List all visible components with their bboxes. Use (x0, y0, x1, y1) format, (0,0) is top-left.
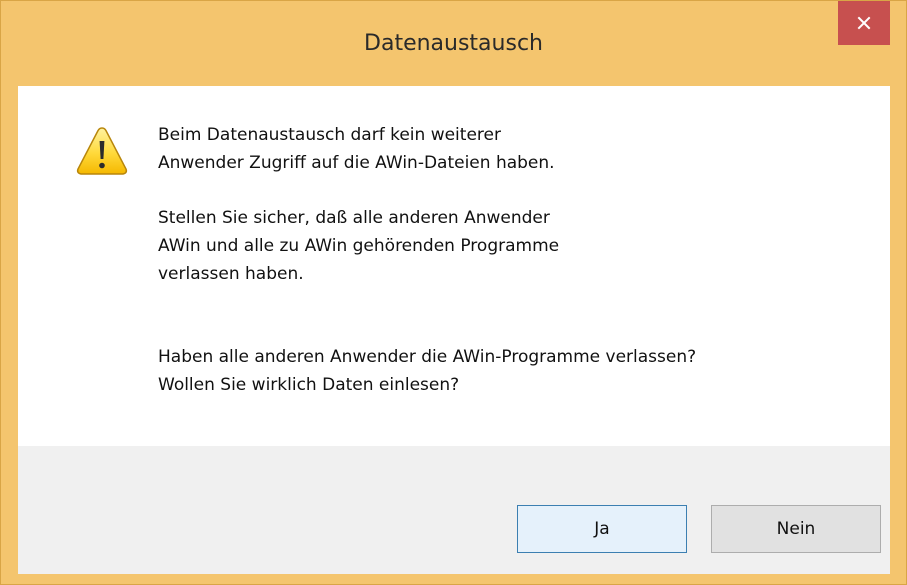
warning-icon (76, 127, 128, 175)
message-line: AWin und alle zu AWin gehörenden Program… (158, 236, 560, 256)
message-text: Beim Datenaustausch darf kein weiterer A… (158, 121, 858, 399)
message-paragraph: Haben alle anderen Anwender die AWin-Pro… (158, 343, 858, 399)
title-bar[interactable]: Datenaustausch (1, 1, 906, 86)
message-line: Wollen Sie wirklich Daten einlesen? (158, 375, 460, 395)
dialog-window: Datenaustausch Beim Datenaustausch darf … (0, 0, 907, 585)
close-icon (857, 16, 871, 30)
message-line: Anwender Zugriff auf die AWin-Dateien ha… (158, 153, 555, 173)
message-line: Haben alle anderen Anwender die AWin-Pro… (158, 347, 697, 367)
message-paragraph: Stellen Sie sicher, daß alle anderen Anw… (158, 204, 858, 288)
message-area: Beim Datenaustausch darf kein weiterer A… (18, 86, 890, 446)
message-line: Stellen Sie sicher, daß alle anderen Anw… (158, 208, 550, 228)
no-button[interactable]: Nein (711, 505, 881, 553)
message-line: Beim Datenaustausch darf kein weiterer (158, 125, 501, 145)
dialog-client-area: Beim Datenaustausch darf kein weiterer A… (18, 86, 890, 574)
close-button[interactable] (838, 1, 890, 45)
message-paragraph: Beim Datenaustausch darf kein weiterer A… (158, 121, 858, 177)
window-title: Datenaustausch (364, 31, 543, 56)
button-bar: Ja Nein (18, 446, 890, 574)
yes-button[interactable]: Ja (517, 505, 687, 553)
message-line: verlassen haben. (158, 264, 304, 284)
